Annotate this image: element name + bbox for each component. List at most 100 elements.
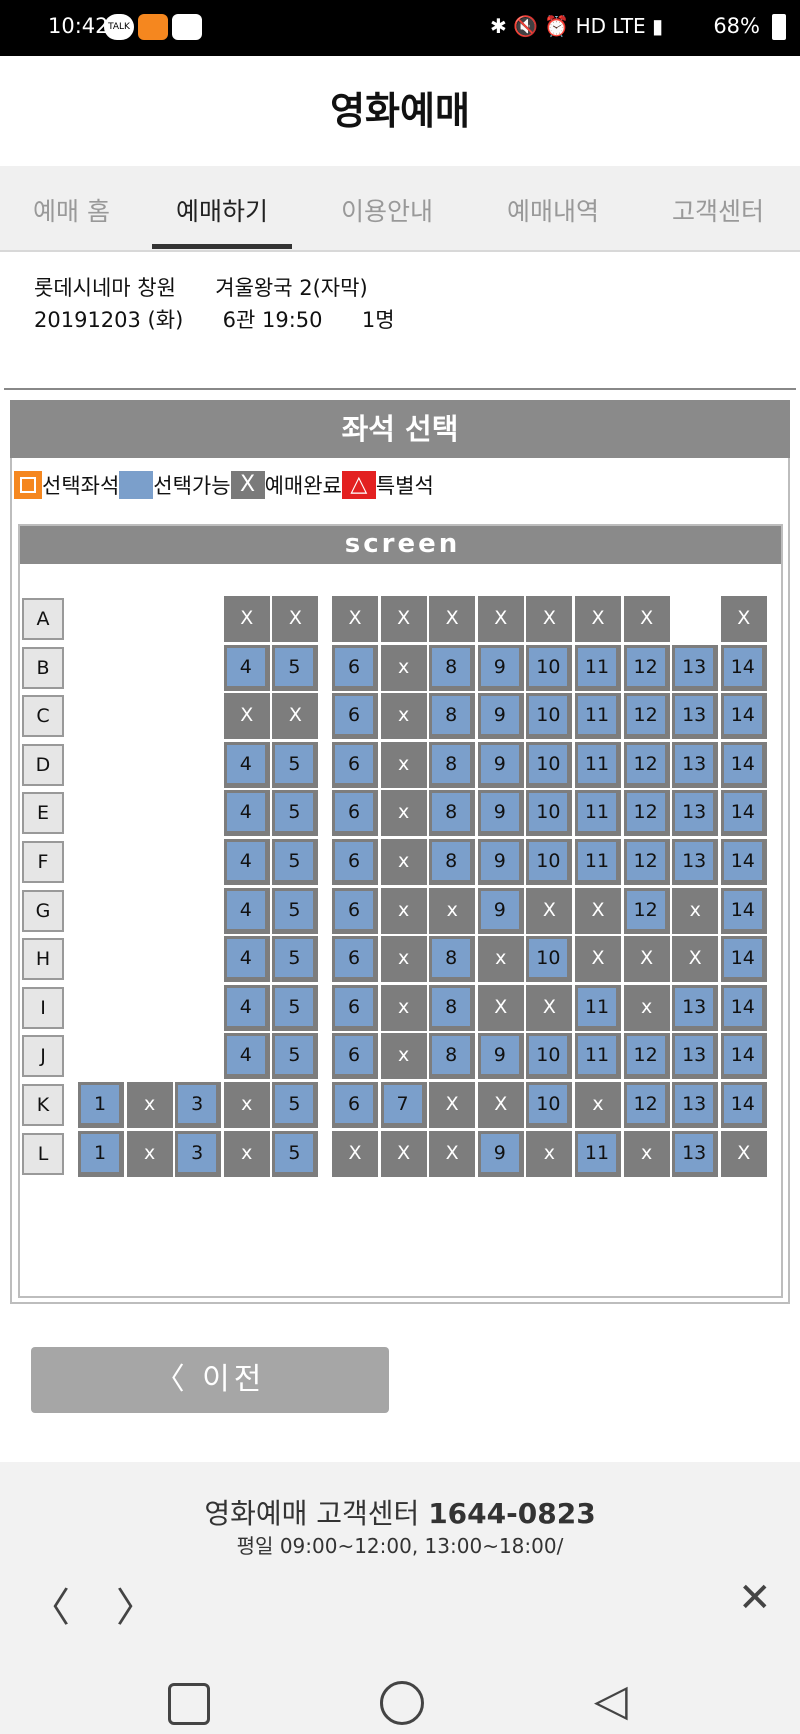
seat-available[interactable]: 6 [332, 839, 378, 885]
seat-available[interactable]: 3 [175, 1130, 222, 1177]
seat-available[interactable]: 6 [332, 1033, 378, 1080]
seat-available[interactable]: 10 [526, 1033, 573, 1080]
seat-available[interactable]: 13 [672, 644, 719, 691]
seat-available[interactable]: 8 [429, 839, 476, 885]
seat-available[interactable]: 5 [272, 1033, 319, 1080]
seat-available[interactable]: 4 [223, 936, 270, 983]
seat-available[interactable]: 9 [477, 1033, 524, 1080]
seat-available[interactable]: 8 [429, 1033, 476, 1080]
seat-available[interactable]: 8 [429, 984, 476, 1031]
seat-available[interactable]: 14 [720, 1033, 767, 1080]
seat-available[interactable]: 12 [623, 644, 670, 691]
seat-available[interactable]: 4 [223, 741, 270, 788]
seat-available[interactable]: 6 [332, 984, 378, 1031]
seat-available[interactable]: 8 [429, 936, 476, 983]
seat-available[interactable]: 10 [526, 741, 573, 788]
seat-available[interactable]: 5 [272, 1130, 319, 1177]
seat-available[interactable]: 11 [575, 741, 621, 788]
seat-available[interactable]: 5 [272, 644, 319, 691]
tab-booking-home[interactable]: 예매 홈 [33, 192, 110, 228]
seat-available[interactable]: 5 [272, 790, 319, 837]
seat-available[interactable]: 5 [272, 741, 319, 788]
seat-available[interactable]: 14 [720, 984, 767, 1031]
seat-available[interactable]: 8 [429, 790, 476, 837]
seat-available[interactable]: 13 [672, 984, 719, 1031]
seat-available[interactable]: 12 [623, 741, 670, 788]
customer-center-phone[interactable]: 1644-0823 [428, 1497, 595, 1530]
seat-available[interactable]: 12 [623, 839, 670, 885]
seat-available[interactable]: 12 [623, 887, 670, 934]
seat-available[interactable]: 6 [332, 693, 378, 740]
seat-available[interactable]: 14 [720, 644, 767, 691]
seat-available[interactable]: 14 [720, 1082, 767, 1128]
seat-available[interactable]: 5 [272, 1082, 319, 1128]
seat-available[interactable]: 11 [575, 1033, 621, 1080]
seat-available[interactable]: 5 [272, 984, 319, 1031]
tab-usage-guide[interactable]: 이용안내 [341, 192, 433, 228]
seat-available[interactable]: 13 [672, 1082, 719, 1128]
seat-available[interactable]: 8 [429, 741, 476, 788]
seat-available[interactable]: 1 [78, 1082, 124, 1128]
tab-booking-history[interactable]: 예매내역 [507, 192, 599, 228]
seat-available[interactable]: 1 [78, 1130, 124, 1177]
seat-available[interactable]: 14 [720, 693, 767, 740]
seat-available[interactable]: 13 [672, 790, 719, 837]
back-icon[interactable]: 〈 [30, 1575, 70, 1633]
seat-available[interactable]: 10 [526, 839, 573, 885]
seat-available[interactable]: 9 [477, 693, 524, 740]
seat-available[interactable]: 6 [332, 741, 378, 788]
seat-available[interactable]: 5 [272, 936, 319, 983]
seat-available[interactable]: 6 [332, 790, 378, 837]
seat-available[interactable]: 14 [720, 790, 767, 837]
seat-available[interactable]: 4 [223, 887, 270, 934]
seat-available[interactable]: 12 [623, 1082, 670, 1128]
seat-available[interactable]: 11 [575, 839, 621, 885]
seat-available[interactable]: 14 [720, 839, 767, 885]
tab-booking[interactable]: 예매하기 [176, 192, 268, 228]
seat-available[interactable]: 7 [380, 1082, 427, 1128]
seat-available[interactable]: 4 [223, 1033, 270, 1080]
seat-available[interactable]: 5 [272, 887, 319, 934]
seat-available[interactable]: 11 [575, 693, 621, 740]
seat-available[interactable]: 10 [526, 790, 573, 837]
home-icon[interactable] [380, 1681, 424, 1725]
seat-available[interactable]: 13 [672, 839, 719, 885]
seat-available[interactable]: 10 [526, 693, 573, 740]
seat-available[interactable]: 8 [429, 644, 476, 691]
close-icon[interactable]: ✕ [738, 1575, 772, 1621]
seat-available[interactable]: 10 [526, 936, 573, 983]
seat-available[interactable]: 11 [575, 790, 621, 837]
seat-available[interactable]: 14 [720, 936, 767, 983]
seat-available[interactable]: 12 [623, 693, 670, 740]
seat-available[interactable]: 12 [623, 790, 670, 837]
forward-icon[interactable]: 〉 [116, 1575, 156, 1633]
seat-available[interactable]: 6 [332, 1082, 378, 1128]
seat-available[interactable]: 6 [332, 936, 378, 983]
recent-apps-icon[interactable] [168, 1683, 210, 1725]
seat-available[interactable]: 9 [477, 790, 524, 837]
prev-button[interactable]: 〈 이전 [31, 1347, 389, 1413]
seat-available[interactable]: 13 [672, 1033, 719, 1080]
seat-available[interactable]: 4 [223, 839, 270, 885]
seat-available[interactable]: 9 [477, 741, 524, 788]
seat-available[interactable]: 6 [332, 644, 378, 691]
system-back-icon[interactable]: ◁ [594, 1675, 628, 1726]
seat-available[interactable]: 10 [526, 644, 573, 691]
seat-available[interactable]: 12 [623, 1033, 670, 1080]
seat-available[interactable]: 11 [575, 644, 621, 691]
seat-available[interactable]: 9 [477, 644, 524, 691]
seat-available[interactable]: 9 [477, 887, 524, 934]
seat-available[interactable]: 9 [477, 839, 524, 885]
seat-available[interactable]: 8 [429, 693, 476, 740]
seat-available[interactable]: 13 [672, 693, 719, 740]
seat-available[interactable]: 11 [575, 1130, 621, 1177]
seat-available[interactable]: 9 [477, 1130, 524, 1177]
seat-available[interactable]: 4 [223, 790, 270, 837]
seat-available[interactable]: 14 [720, 741, 767, 788]
seat-available[interactable]: 10 [526, 1082, 573, 1128]
seat-available[interactable]: 3 [175, 1082, 222, 1128]
seat-available[interactable]: 13 [672, 1130, 719, 1177]
seat-available[interactable]: 13 [672, 741, 719, 788]
seat-available[interactable]: 11 [575, 984, 621, 1031]
seat-available[interactable]: 4 [223, 644, 270, 691]
